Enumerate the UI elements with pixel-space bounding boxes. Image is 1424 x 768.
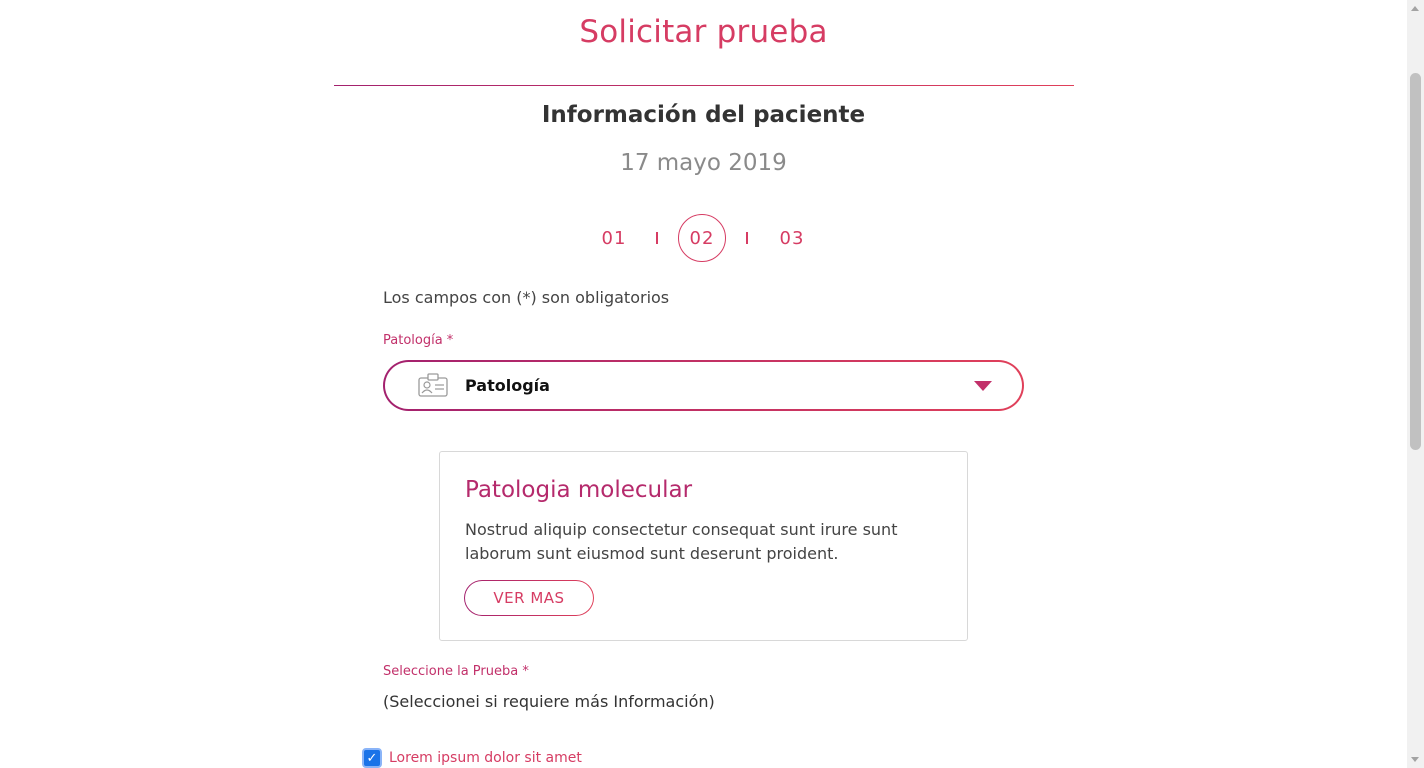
required-fields-note: Los campos con (*) son obligatorios — [383, 288, 670, 307]
step-separator — [746, 232, 748, 244]
pathology-select-inner[interactable]: Patología — [385, 362, 1022, 409]
card-description: Nostrud aliquip consectetur consequat su… — [465, 520, 898, 563]
section-subtitle: Información del paciente — [541, 102, 866, 128]
scroll-down-arrow-icon[interactable] — [1411, 757, 1419, 762]
pathology-info-card: Patologia molecular Nostrud aliquip cons… — [439, 451, 968, 641]
page-title: Solicitar prueba — [579, 14, 828, 50]
check-icon: ✓ — [366, 750, 378, 766]
ver-mas-button[interactable]: VER MAS — [464, 580, 594, 616]
step-indicator: 01 02 03 — [590, 214, 820, 262]
test-option-row[interactable]: ✓ Lorem ipsum dolor sit amet — [362, 747, 582, 768]
step-02-active[interactable]: 02 — [678, 214, 726, 262]
title-divider — [334, 85, 1074, 86]
pathology-select-value: Patología — [465, 376, 550, 395]
chevron-down-icon[interactable] — [974, 381, 992, 391]
date-display: 17 mayo 2019 — [620, 150, 787, 176]
test-checkbox-label[interactable]: Lorem ipsum dolor sit amet — [389, 750, 582, 766]
step-03[interactable]: 03 — [768, 214, 816, 262]
pathology-select[interactable]: Patología — [383, 360, 1024, 411]
card-title: Patologia molecular — [465, 477, 693, 503]
test-info-text: (Seleccionei si requiere más Información… — [383, 692, 715, 711]
vertical-scrollbar[interactable] — [1407, 0, 1424, 768]
step-01[interactable]: 01 — [590, 214, 638, 262]
ver-mas-label: VER MAS — [465, 581, 593, 615]
pathology-label: Patología * — [383, 333, 454, 348]
scroll-up-arrow-icon[interactable] — [1411, 6, 1419, 11]
test-label: Seleccione la Prueba * — [383, 664, 529, 679]
scrollbar-thumb[interactable] — [1410, 73, 1421, 450]
test-checkbox[interactable]: ✓ — [362, 748, 382, 768]
step-separator — [656, 232, 658, 244]
id-card-icon — [417, 372, 449, 398]
page: Solicitar prueba Información del pacient… — [0, 0, 1424, 768]
